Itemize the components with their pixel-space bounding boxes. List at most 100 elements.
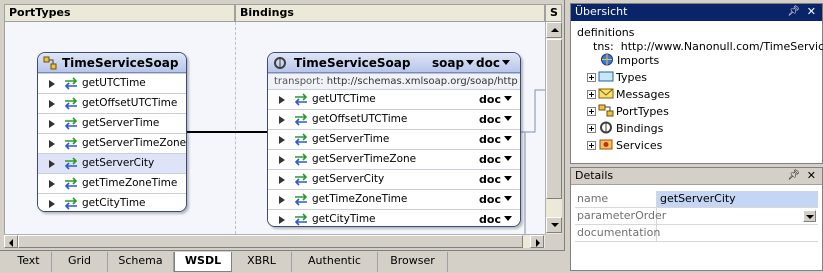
style-selector[interactable]: doc: [479, 150, 512, 169]
horizontal-scroll-thumb[interactable]: [18, 235, 523, 248]
view-tab-text[interactable]: Text: [6, 252, 52, 272]
expand-triangle-icon[interactable]: [279, 196, 285, 204]
binding-box[interactable]: TimeServiceSoap soap doc transport: http:…: [267, 52, 521, 227]
binding-title[interactable]: TimeServiceSoap soap doc: [268, 53, 520, 73]
expand-triangle-icon[interactable]: [279, 216, 285, 224]
porttype-operation[interactable]: getServerTime: [38, 113, 186, 133]
porttype-title[interactable]: TimeServiceSoap: [38, 53, 186, 73]
operation-name: getCityTime: [312, 213, 376, 225]
porttype-operation[interactable]: getServerCity: [38, 153, 186, 173]
operation-icon: [294, 113, 308, 126]
expand-triangle-icon[interactable]: [49, 200, 55, 208]
expand-triangle-icon[interactable]: [49, 160, 55, 168]
expand-icon[interactable]: [587, 141, 596, 150]
operation-icon: [294, 213, 308, 226]
view-tab-schema[interactable]: Schema: [108, 252, 174, 272]
tree-item-bindings[interactable]: Bindings: [587, 121, 663, 137]
horizontal-scrollbar[interactable]: [4, 234, 545, 248]
expand-triangle-icon[interactable]: [279, 136, 285, 144]
binding-transport: transport: http://schemas.xmlsoap.org/so…: [268, 73, 520, 89]
view-tab-xbrl[interactable]: XBRL: [232, 252, 292, 272]
operation-icon: [64, 137, 78, 150]
detail-row-parameterorder[interactable]: parameterOrder: [575, 208, 818, 225]
view-tab-browser[interactable]: Browser: [378, 252, 448, 272]
expand-triangle-icon[interactable]: [49, 100, 55, 108]
porttype-operation[interactable]: getOffsetUTCTime: [38, 93, 186, 113]
scroll-left-button[interactable]: [4, 235, 18, 248]
details-panel: Details 📌︎ ✕ name getServerCity paramete…: [570, 167, 823, 271]
view-tab-wsdl[interactable]: WSDL: [174, 252, 232, 272]
binding-operation[interactable]: getCityTime doc: [268, 209, 520, 226]
pin-icon[interactable]: 📌︎: [787, 168, 800, 184]
pin-icon[interactable]: 📌︎: [787, 4, 800, 20]
tree-item-services[interactable]: Services: [587, 138, 662, 154]
porttype-operation[interactable]: getServerTimeZone: [38, 133, 186, 153]
tree-item-imports[interactable]: Imports: [599, 53, 659, 69]
expand-icon[interactable]: [587, 90, 596, 99]
expand-triangle-icon[interactable]: [49, 80, 55, 88]
operation-name: getTimeZoneTime: [82, 177, 178, 189]
close-icon[interactable]: ✕: [807, 168, 816, 184]
detail-row-name[interactable]: name getServerCity: [575, 191, 818, 208]
operation-name: getServerCity: [312, 173, 385, 185]
tree-item-types[interactable]: Types: [587, 70, 647, 86]
operation-name: getServerTimeZone: [82, 137, 187, 149]
porttype-operation[interactable]: getCityTime: [38, 193, 186, 211]
expand-triangle-icon[interactable]: [279, 176, 285, 184]
binding-operation[interactable]: getUTCTime doc: [268, 89, 520, 109]
view-tab-grid[interactable]: Grid: [52, 252, 108, 272]
porttype-operation[interactable]: getUTCTime: [38, 73, 186, 93]
operation-name: getCityTime: [82, 197, 146, 209]
style-selector[interactable]: doc: [479, 90, 512, 109]
style-selector[interactable]: doc: [479, 190, 512, 209]
dropdown-button[interactable]: [803, 210, 816, 222]
style-selector[interactable]: doc: [479, 210, 512, 226]
scroll-right-button[interactable]: [530, 235, 544, 248]
operation-icon: [294, 193, 308, 206]
column-header-bindings: Bindings: [235, 4, 545, 22]
tree-item-porttypes[interactable]: PortTypes: [587, 104, 669, 120]
style-selector[interactable]: doc: [479, 170, 512, 189]
tree-item-messages[interactable]: Messages: [587, 87, 670, 103]
scroll-up-button[interactable]: [546, 22, 562, 38]
expand-triangle-icon[interactable]: [49, 180, 55, 188]
binding-operation[interactable]: getServerTime doc: [268, 129, 520, 149]
detail-key: documentation: [575, 225, 661, 241]
operation-name: getUTCTime: [82, 77, 146, 89]
vertical-scrollbar[interactable]: [545, 22, 562, 234]
binding-operation[interactable]: getOffsetUTCTime doc: [268, 109, 520, 129]
expand-triangle-icon[interactable]: [279, 96, 285, 104]
operation-icon: [294, 133, 308, 146]
detail-row-documentation[interactable]: documentation: [575, 225, 818, 242]
operation-name: getServerTimeZone: [312, 153, 417, 165]
operation-icon: [294, 173, 308, 186]
scroll-down-button[interactable]: [546, 217, 562, 233]
expand-triangle-icon[interactable]: [279, 156, 285, 164]
operation-icon: [294, 93, 308, 106]
porttype-operation[interactable]: getTimeZoneTime: [38, 173, 186, 193]
detail-value-parameterorder[interactable]: [657, 208, 818, 224]
style-selector[interactable]: doc: [479, 130, 512, 149]
expand-icon[interactable]: [587, 107, 596, 116]
style-selector[interactable]: doc: [479, 110, 512, 129]
vertical-scroll-thumb[interactable]: [546, 39, 562, 199]
view-tab-authentic[interactable]: Authentic: [292, 252, 378, 272]
operation-icon: [294, 153, 308, 166]
expand-triangle-icon[interactable]: [49, 140, 55, 148]
expand-icon[interactable]: [587, 124, 596, 133]
overview-panel: Übersicht 📌︎ ✕ definitions tns: http://w…: [570, 3, 823, 164]
porttype-box[interactable]: TimeServiceSoap getUTCTime getOffsetUTCTi…: [37, 52, 187, 212]
design-canvas[interactable]: TimeServiceSoap getUTCTime getOffsetUTCTi…: [4, 22, 545, 234]
binding-protocol-selector[interactable]: soap doc: [432, 53, 512, 73]
binding-operation[interactable]: getServerCity doc: [268, 169, 520, 189]
binding-operation[interactable]: getTimeZoneTime doc: [268, 189, 520, 209]
close-icon[interactable]: ✕: [807, 4, 816, 20]
expand-icon[interactable]: [587, 73, 596, 82]
expand-triangle-icon[interactable]: [49, 120, 55, 128]
detail-value-documentation[interactable]: [657, 225, 818, 241]
operation-name: getOffsetUTCTime: [312, 113, 408, 125]
binding-operation[interactable]: getServerTimeZone doc: [268, 149, 520, 169]
operation-icon: [64, 97, 78, 110]
detail-value-name[interactable]: getServerCity: [657, 191, 818, 207]
expand-triangle-icon[interactable]: [279, 116, 285, 124]
